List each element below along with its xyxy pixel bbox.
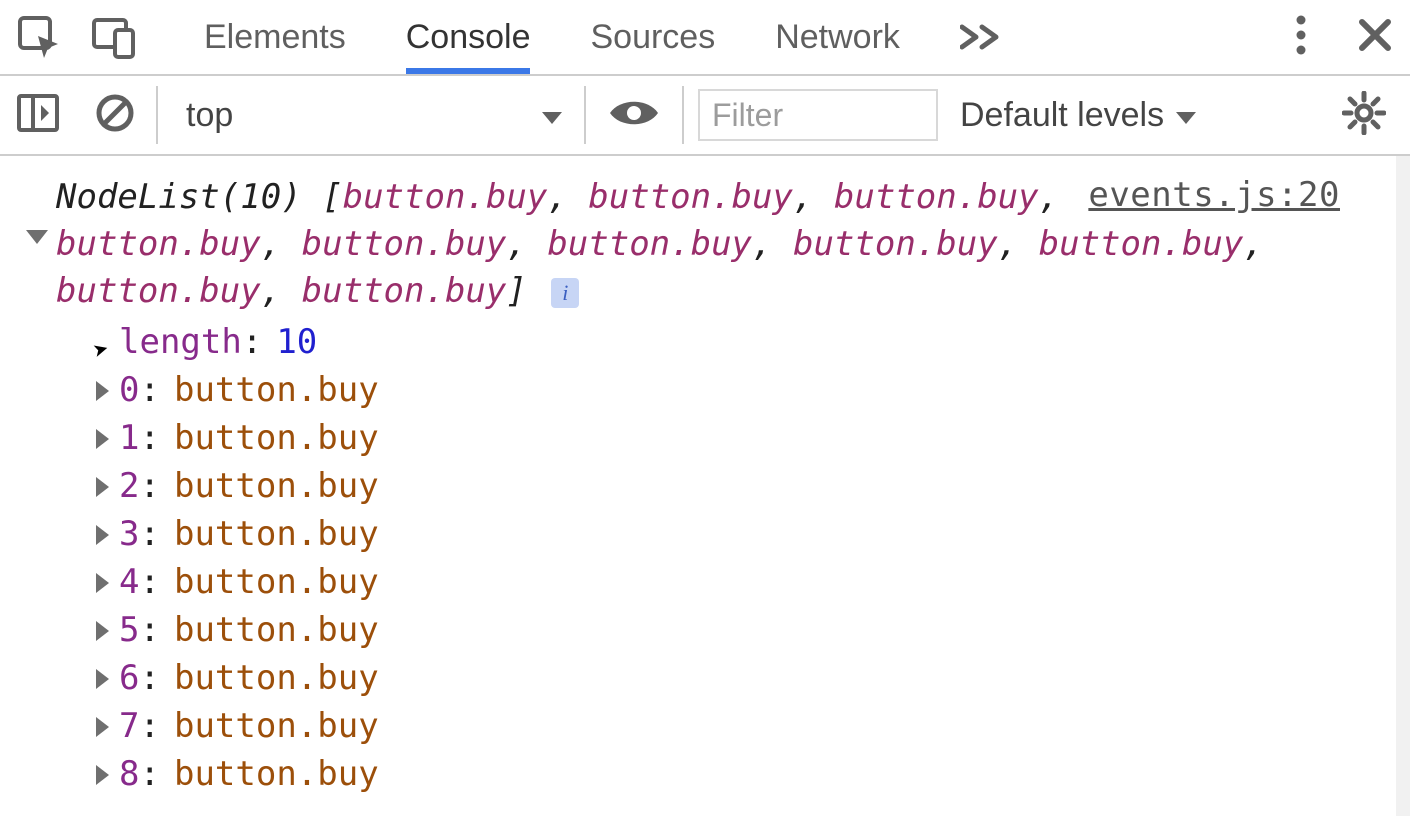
expand-arrow-right-icon[interactable] [96,573,109,593]
separator [682,86,684,144]
expand-arrow-right-icon[interactable] [96,669,109,689]
nodelist-entry-row[interactable]: 5:button.buy [96,607,1384,655]
inspect-element-icon[interactable] [16,14,62,60]
entry-value: button.buy [174,511,379,558]
more-tabs-icon[interactable] [960,0,1006,74]
expand-arrow-right-icon[interactable] [96,621,109,641]
nodelist-entry-row[interactable]: 0:button.buy [96,367,1384,415]
expand-arrow-right-icon[interactable] [96,765,109,785]
expand-arrow-down-icon[interactable] [26,230,48,244]
log-levels-select[interactable]: Default levels [960,96,1198,135]
console-toolbar: top Default levels [0,76,1410,156]
nodelist-length-row[interactable]: length: 10 [96,319,1384,367]
nodelist-entry-row[interactable]: 4:button.buy [96,559,1384,607]
tab-elements[interactable]: Elements [204,0,346,74]
entry-value: button.buy [174,703,379,750]
entry-index: 0 [119,367,139,414]
nodelist-entry-row[interactable]: 6:button.buy [96,655,1384,703]
execution-context-select[interactable]: top [172,96,570,135]
entry-value: button.buy [174,751,379,798]
console-settings-gear-icon[interactable] [1342,122,1386,139]
length-key: length [119,319,242,366]
nodelist-entries: length: 10 0:button.buy1:button.buy2:but… [96,319,1384,799]
toggle-sidebar-icon[interactable] [10,93,66,138]
tab-console[interactable]: Console [406,0,531,74]
kebab-menu-icon[interactable] [1294,14,1308,61]
info-badge-icon[interactable]: i [551,278,579,308]
expand-arrow-right-icon[interactable] [96,525,109,545]
tabbar-left-tools [6,14,166,60]
context-label: top [186,96,233,135]
entry-index: 2 [119,463,139,510]
tabs: Elements Console Sources Network [204,0,1006,74]
clear-console-icon[interactable] [88,92,142,139]
nodelist-entry-row[interactable]: 2:button.buy [96,463,1384,511]
entry-index: 1 [119,415,139,462]
nodelist-entry-row[interactable]: 1:button.buy [96,415,1384,463]
vertical-scrollbar[interactable] [1396,156,1410,816]
expand-arrow-right-icon[interactable] [96,477,109,497]
levels-label: Default levels [960,96,1164,135]
device-toolbar-icon[interactable] [90,14,136,60]
expand-arrow-right-icon[interactable] [96,429,109,449]
nodelist-entry-row[interactable]: 3:button.buy [96,511,1384,559]
entry-index: 5 [119,607,139,654]
entry-index: 7 [119,703,139,750]
close-icon[interactable] [1358,18,1392,57]
entry-value: button.buy [174,655,379,702]
expand-arrow-right-icon[interactable] [96,717,109,737]
entry-index: 3 [119,511,139,558]
expand-arrow-right-icon[interactable] [96,381,109,401]
entry-value: button.buy [174,415,379,462]
entry-value: button.buy [174,607,379,654]
dropdown-triangle-icon [540,96,564,135]
devtools-tabbar: Elements Console Sources Network [0,0,1410,76]
entry-index: 8 [119,751,139,798]
entry-index: 6 [119,655,139,702]
source-link[interactable]: events.js:20 [1088,172,1340,219]
tab-sources[interactable]: Sources [590,0,715,74]
dropdown-triangle-icon [1174,96,1198,135]
separator [584,86,586,144]
nodelist-entry-row[interactable]: 8:button.buy [96,751,1384,799]
entry-value: button.buy [174,463,379,510]
length-value: 10 [276,319,317,366]
separator [156,86,158,144]
console-output: events.js:20 NodeList(10) [button.buy, b… [0,156,1410,799]
tab-network[interactable]: Network [775,0,900,74]
entry-index: 4 [119,559,139,606]
tabbar-right-controls [1294,14,1396,61]
entry-value: button.buy [174,559,379,606]
filter-input[interactable] [698,89,938,141]
entry-value: button.buy [174,367,379,414]
live-expression-eye-icon[interactable] [600,96,668,135]
nodelist-entry-row[interactable]: 7:button.buy [96,703,1384,751]
